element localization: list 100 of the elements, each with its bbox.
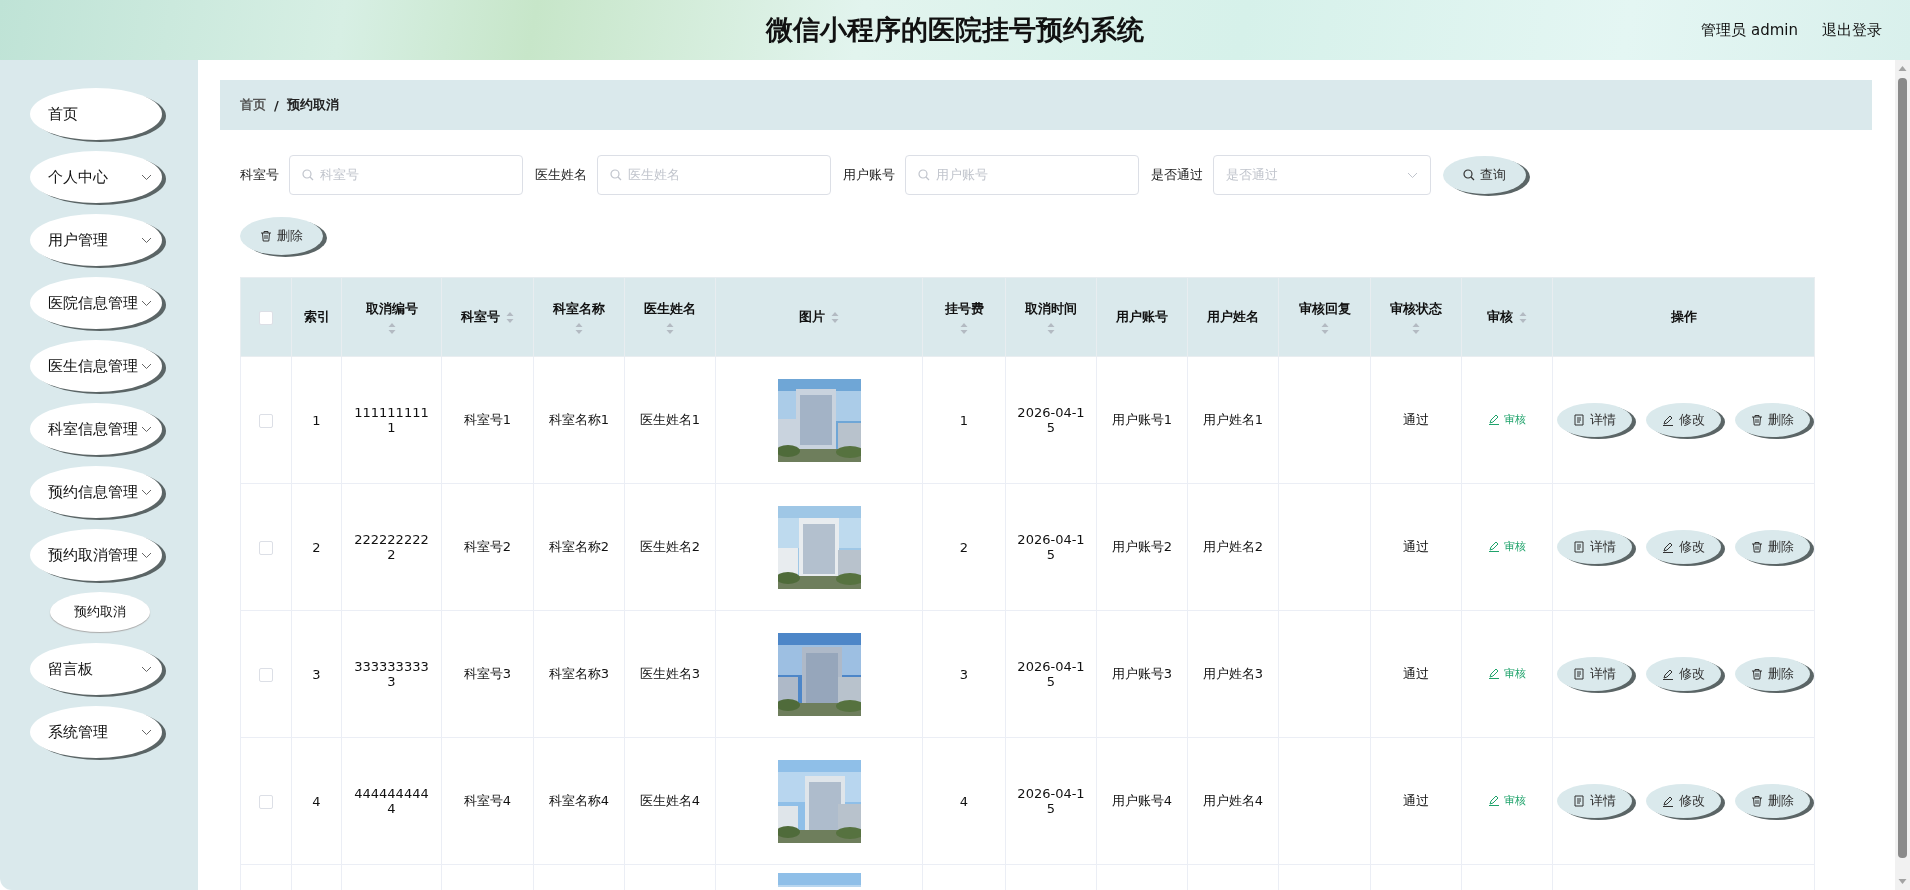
table-cell: 医生姓名3 [639,666,701,681]
user-label: 管理员 admin [1701,20,1798,40]
table-cell: 用户账号1 [1111,412,1173,427]
trash-icon [1751,668,1763,680]
placeholder-text: 医生姓名 [628,166,680,184]
sidebar-item[interactable]: 科室信息管理 [30,403,162,455]
delete-button[interactable]: 删除 [1735,784,1810,818]
table-cell: 科室号1 [463,412,512,427]
column-header[interactable]: 科室名称 [533,277,625,357]
edit-button[interactable]: 修改 [1646,530,1721,564]
column-header[interactable]: 挂号费 [922,277,1006,357]
table-cell: 用户姓名3 [1202,666,1264,681]
pencil-icon [1488,794,1500,807]
column-header[interactable]: 操作 [1552,277,1815,357]
table-cell: 4444444444 [354,786,429,816]
table-cell: 3 [959,666,969,682]
table-cell: 4 [312,793,321,809]
table-cell: 通过 [1403,539,1429,554]
delete-button[interactable]: 删除 [1735,657,1810,691]
table-cell: 1 [312,412,321,428]
detail-button[interactable]: 详情 [1557,403,1632,437]
table-cell: 用户姓名4 [1202,793,1264,808]
pencil-icon [1662,541,1674,553]
search-icon [302,169,314,181]
sidebar-item[interactable]: 系统管理 [30,706,162,758]
edit-button[interactable]: 修改 [1646,784,1721,818]
delete-button[interactable]: 删除 [1735,530,1810,564]
table-cell: 3 [312,666,321,682]
search-icon [918,169,930,181]
chevron-down-icon [141,236,152,244]
breadcrumb-link[interactable]: 首页 [240,96,266,114]
sort-icon [575,321,583,335]
sidebar-item[interactable]: 预约信息管理 [30,466,162,518]
column-header[interactable]: 取消编号 [341,277,442,357]
detail-button[interactable]: 详情 [1557,657,1632,691]
table-cell: 1111111111 [354,405,429,435]
table-cell: 科室号2 [463,539,512,554]
table-cell: 科室名称2 [548,539,610,554]
sort-icon [387,321,396,335]
placeholder-text: 用户账号 [936,166,988,184]
table-cell: 医生姓名4 [639,793,701,808]
sort-icon [666,321,674,335]
column-header[interactable]: 用户姓名 [1187,277,1279,357]
column-header[interactable]: 图片 [715,277,923,357]
filter-label: 用户账号 [843,166,895,184]
sidebar-subitem[interactable]: 预约取消 [50,592,150,632]
detail-button[interactable]: 详情 [1557,530,1632,564]
sidebar-item[interactable]: 用户管理 [30,214,162,266]
table-cell: 通过 [1403,666,1429,681]
column-header[interactable]: 审核状态 [1370,277,1462,357]
column-header[interactable]: 审核 [1461,277,1553,357]
column-header[interactable]: 索引 [291,277,342,357]
table-cell: 科室号4 [463,793,512,808]
query-button[interactable]: 查询 [1443,156,1526,194]
table-cell: 用户姓名2 [1202,539,1264,554]
table-cell: 通过 [1403,793,1429,808]
edit-button[interactable]: 修改 [1646,657,1721,691]
sort-icon [960,321,968,335]
column-header[interactable]: 科室号 [441,277,534,357]
row-checkbox[interactable] [259,413,273,428]
delete-button[interactable]: 删除 [240,217,323,255]
table-cell: 医生姓名1 [639,412,701,427]
chevron-down-icon [141,728,152,736]
pencil-icon [1488,413,1500,426]
logout-link[interactable]: 退出登录 [1822,20,1882,40]
column-header[interactable]: 审核回复 [1278,277,1371,357]
table-cell: 医生姓名2 [639,539,701,554]
table-cell: 2026-04-15 [1017,659,1085,689]
row-checkbox[interactable] [259,667,273,682]
chevron-down-icon [141,425,152,433]
column-header[interactable]: 取消时间 [1005,277,1097,357]
breadcrumb-current: 预约取消 [286,96,339,114]
sidebar-item[interactable]: 首页 [30,88,162,140]
trash-icon [260,230,272,242]
row-checkbox[interactable] [259,540,273,555]
delete-button[interactable]: 删除 [1735,403,1810,437]
sort-icon [1047,321,1055,335]
sidebar-item[interactable]: 留言板 [30,643,162,695]
table-cell: 4 [959,793,969,809]
pencil-icon [1662,668,1674,680]
sort-icon [1519,310,1527,324]
table-cell: 2 [959,539,969,555]
document-icon [1573,414,1585,426]
sidebar-item[interactable]: 医院信息管理 [30,277,162,329]
sidebar-item[interactable]: 个人中心 [30,151,162,203]
table-cell: 科室名称3 [548,666,610,681]
select-all-checkbox[interactable] [259,310,273,325]
table-cell: 科室号3 [463,666,512,681]
sort-icon [831,310,839,324]
trash-icon [1751,795,1763,807]
table-cell: 科室名称4 [548,793,610,808]
row-checkbox[interactable] [259,794,273,809]
column-header[interactable]: 用户账号 [1096,277,1188,357]
sidebar-item[interactable]: 预约取消管理 [30,529,162,581]
column-header[interactable]: 医生姓名 [624,277,716,357]
table-cell: 2026-04-15 [1017,405,1085,435]
detail-button[interactable]: 详情 [1557,784,1632,818]
sidebar-item[interactable]: 医生信息管理 [30,340,162,392]
sort-icon [506,310,514,324]
edit-button[interactable]: 修改 [1646,403,1721,437]
